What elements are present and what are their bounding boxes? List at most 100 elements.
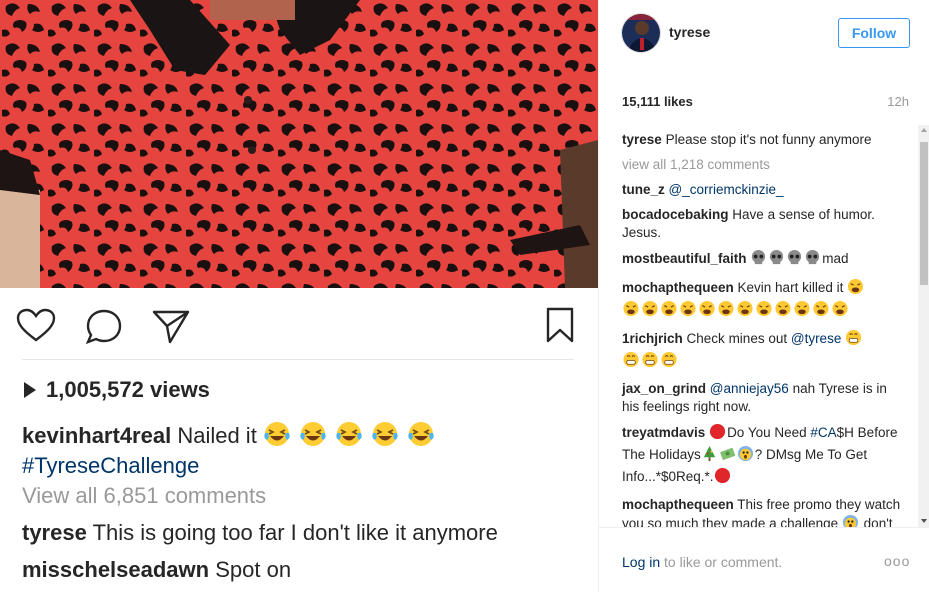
comment-mention[interactable]: @_corriemckinzie_ [669, 182, 784, 197]
tired-emoji [698, 300, 716, 322]
scrollbar-thumb[interactable] [920, 142, 928, 285]
post-timestamp[interactable]: 12h [887, 94, 909, 109]
tired-emoji [793, 300, 811, 322]
comment-username[interactable]: jax_on_grind [622, 381, 706, 396]
tired-emoji [847, 278, 864, 300]
share-icon[interactable] [151, 308, 191, 351]
comment-text: This is going too far I don't like it an… [92, 520, 498, 545]
scroll-down-arrow-icon[interactable] [921, 519, 927, 523]
comment-mention[interactable]: @tyrese [791, 331, 841, 346]
preview-comment: tyrese This is going too far I don't lik… [22, 520, 582, 546]
comment-username[interactable]: treyatmdavis [622, 425, 705, 440]
tired-emoji [774, 300, 792, 322]
laughing-emoji [263, 421, 291, 453]
comment-item: mochapthequeen This free promo they watc… [622, 496, 902, 527]
play-icon [24, 382, 36, 398]
comment-username[interactable]: tyrese [622, 132, 662, 147]
skull-emoji [786, 249, 803, 271]
comment-username[interactable]: mostbeautiful_faith [622, 251, 747, 266]
post-side-panel: tyrese Follow 15,111 likes 12h tyrese Pl… [598, 0, 929, 592]
actions-divider [22, 359, 574, 360]
comment-text: Spot on [215, 557, 292, 582]
scream-emoji [737, 445, 754, 467]
view-count[interactable]: 1,005,572 views [22, 377, 582, 403]
post-actions [0, 288, 598, 360]
comment-text: Please stop it's not funny anymore [665, 132, 872, 147]
tired-emoji [736, 300, 754, 322]
view-all-comments[interactable]: view all 1,218 comments [622, 156, 902, 174]
comment-item: tune_z @_corriemckinzie_ [622, 181, 902, 199]
tree-emoji [701, 445, 718, 467]
comment-item: treyatmdavis Do You Need #CA$H Before Th… [622, 423, 902, 489]
caption-username[interactable]: kevinhart4real [22, 423, 171, 448]
laughing-emoji [335, 421, 363, 453]
tired-emoji [641, 300, 659, 322]
follow-button[interactable]: Follow [838, 18, 910, 48]
comment-item: mochapthequeen Kevin hart killed it [622, 278, 902, 322]
comment-username[interactable]: 1richjrich [622, 331, 683, 346]
comment-text: Do You Need [727, 425, 807, 440]
header-username[interactable]: tyrese [669, 24, 710, 40]
avatar[interactable] [621, 13, 661, 53]
comment-username[interactable]: tune_z [622, 182, 665, 197]
likes-row: 15,111 likes 12h [599, 90, 929, 114]
comments-scrollbar[interactable] [918, 125, 929, 527]
video-frame-image [0, 0, 598, 288]
view-count-text: 1,005,572 views [46, 377, 210, 402]
likes-count[interactable]: 15,111 likes [622, 94, 693, 109]
scroll-up-arrow-icon[interactable] [921, 128, 927, 132]
comment-footer: Log in to like or comment. ooo [599, 527, 929, 592]
tired-emoji [622, 300, 640, 322]
comment-text: mad [822, 251, 849, 266]
grin-emoji [660, 351, 678, 373]
comment-item: jax_on_grind @anniejay56 nah Tyrese is i… [622, 380, 902, 416]
post-header: tyrese Follow [599, 0, 929, 70]
heart-icon[interactable] [16, 308, 56, 349]
comment-text: Check mines out [686, 331, 788, 346]
red-circle-emoji [709, 423, 726, 445]
bookmark-icon[interactable] [545, 306, 575, 349]
scream-emoji [842, 514, 859, 527]
view-all-comments-link[interactable]: view all 1,218 comments [622, 157, 770, 172]
caption-text: Nailed it [177, 423, 257, 448]
comment-username[interactable]: mochapthequeen [622, 497, 734, 512]
comment-mention[interactable]: @anniejay56 [710, 381, 789, 396]
caption-hashtag[interactable]: #TyreseChallenge [22, 453, 199, 478]
skull-emoji [804, 249, 821, 271]
laughing-emoji [299, 421, 327, 453]
comment-text: Kevin hart killed it [737, 280, 844, 295]
tired-emoji [679, 300, 697, 322]
money-emoji [719, 445, 736, 467]
comment-username[interactable]: tyrese [22, 520, 87, 545]
tired-emoji [755, 300, 773, 322]
comment-icon[interactable] [84, 308, 124, 351]
tired-emoji [812, 300, 830, 322]
skull-emoji [750, 249, 767, 271]
grin-emoji [641, 351, 659, 373]
laughing-emoji [371, 421, 399, 453]
login-prompt-text: to like or comment. [664, 554, 783, 570]
view-all-comments-link[interactable]: View all 6,851 comments [22, 483, 582, 509]
comment-item: bocadocebaking Have a sense of humor. Je… [622, 206, 902, 242]
more-options-icon[interactable]: ooo [884, 553, 910, 569]
tired-emoji [717, 300, 735, 322]
comment-username[interactable]: misschelseadawn [22, 557, 209, 582]
skull-emoji [768, 249, 785, 271]
red-circle-emoji [714, 467, 731, 489]
post-caption-comment: tyrese Please stop it's not funny anymor… [622, 131, 902, 149]
login-link[interactable]: Log in [622, 554, 660, 570]
preview-comment: misschelseadawn Spot on [22, 557, 582, 583]
tired-emoji [831, 300, 849, 322]
comment-item: 1richjrich Check mines out @tyrese [622, 329, 902, 373]
comment-hashtag[interactable]: #CA [810, 425, 836, 440]
post-video[interactable] [0, 0, 598, 288]
post-caption: kevinhart4real Nailed it #TyreseChalleng… [22, 421, 582, 479]
laughing-emoji [407, 421, 435, 453]
grin-emoji [845, 329, 862, 351]
login-prompt: Log in to like or comment. [622, 554, 782, 570]
comment-username[interactable]: mochapthequeen [622, 280, 734, 295]
grin-emoji [622, 351, 640, 373]
comment-username[interactable]: bocadocebaking [622, 207, 729, 222]
comment-item: mostbeautiful_faith mad [622, 249, 902, 271]
comments-list[interactable]: tyrese Please stop it's not funny anymor… [599, 125, 929, 527]
